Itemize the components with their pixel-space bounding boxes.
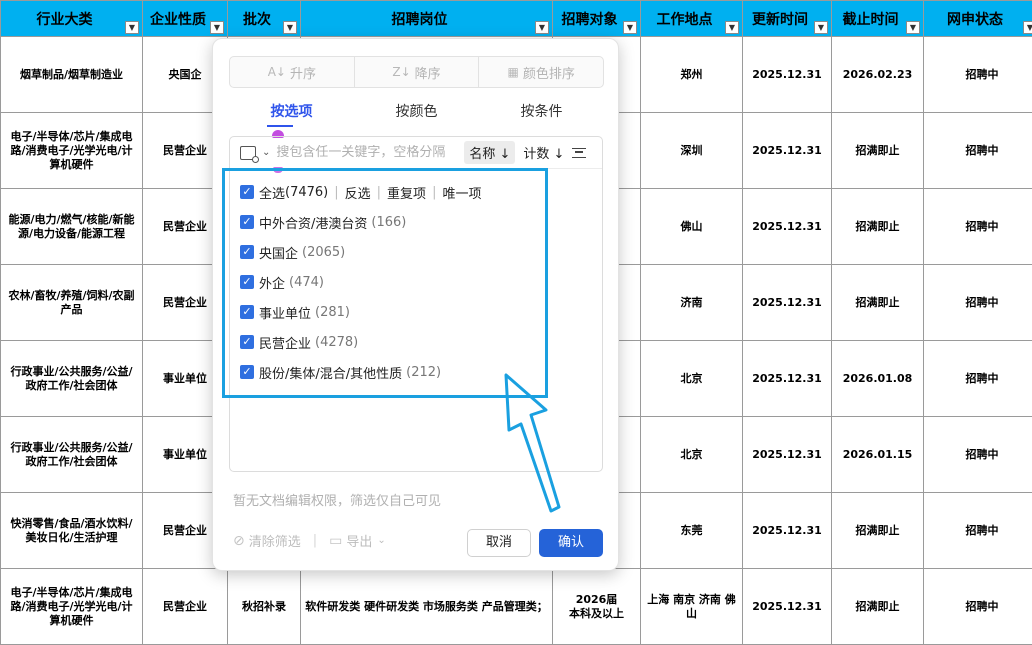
annotation-arrow (0, 0, 1032, 637)
